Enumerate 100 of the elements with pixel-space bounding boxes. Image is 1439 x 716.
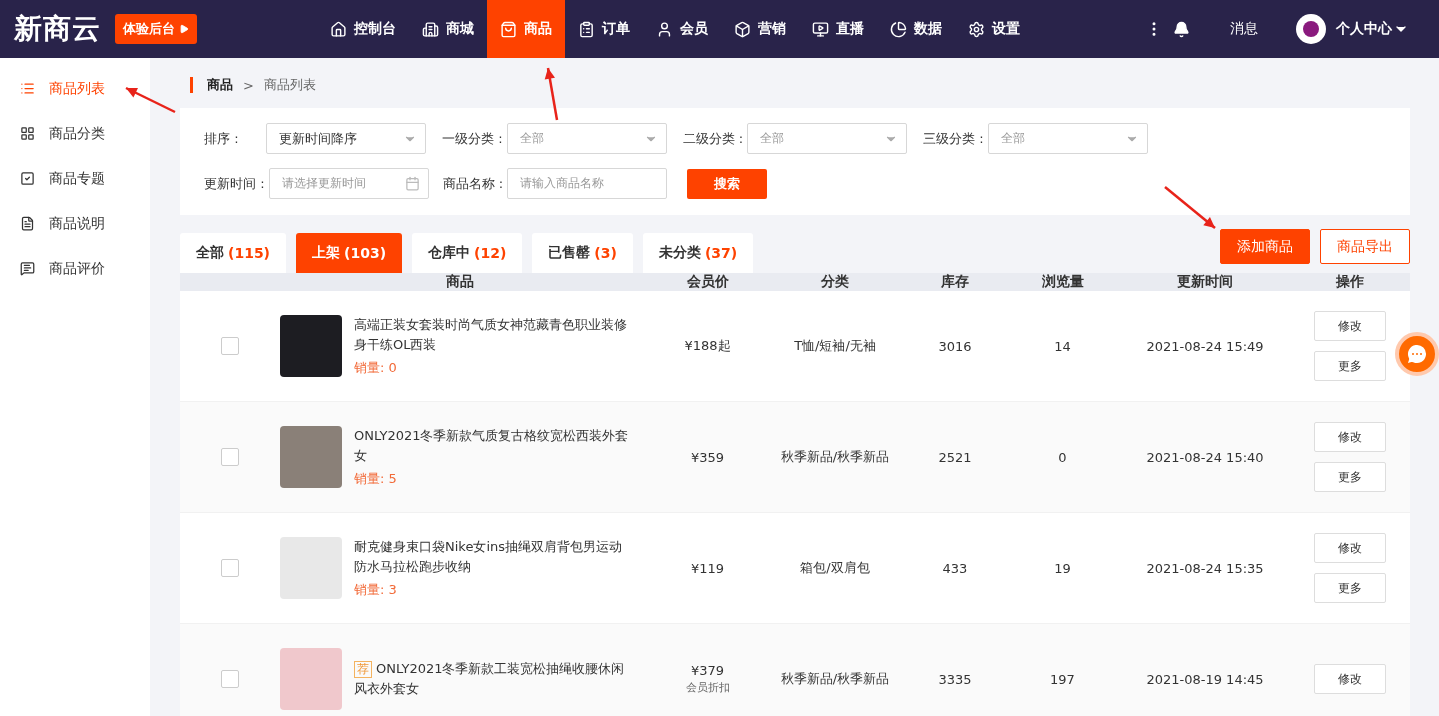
column-header: 库存 [940,273,970,291]
add-button[interactable]: 添加商品 [1220,229,1310,264]
nav-icon [422,20,439,38]
more-button[interactable]: 更多 [1314,351,1386,381]
sidebar-icon [20,261,35,276]
nav-tab[interactable]: 订单 [565,0,643,58]
sales-count: 销量: 3 [354,581,398,599]
annotation-arrow [544,67,559,121]
edit-button[interactable]: 修改 [1314,422,1386,452]
nav-tab[interactable]: 直播 [799,0,877,58]
stock-cell-text: 3016 [937,338,973,354]
sidebar-item[interactable]: 商品专题 [0,156,150,201]
trial-button[interactable]: 体验后台 [115,14,197,44]
breadcrumb-current: 商品列表 [263,76,316,94]
sales-count: 销量: 0 [354,359,398,377]
filter-label: 排序 : [204,129,240,148]
price-note: 会员折扣 [685,680,730,695]
sidebar-item[interactable]: 商品说明 [0,201,150,246]
nav-tab[interactable]: 商品 [487,0,565,58]
filter-label: 商品名称 : [442,174,504,193]
sidebar-item[interactable]: 商品评价 [0,246,150,291]
photo-placeholder [280,315,342,377]
edit-button[interactable]: 修改 [1314,664,1386,694]
updated-cell-text: 2021-08-24 15:35 [1145,560,1265,576]
messages-link[interactable]: 消息 [1230,20,1258,38]
product-name[interactable]: 耐克健身束口袋Nike女ins抽绳双肩背包男运动防水马拉松跑步收纳 [354,537,634,577]
status-tab[interactable]: 上架 (103) [296,233,403,273]
views-cell-text: 0 [1057,449,1068,465]
breadcrumb-link[interactable]: 商品 [207,76,233,94]
category-cell-text: 箱包/双肩包 [799,559,871,577]
sales-count: 销量: 5 [354,470,398,488]
status-tab[interactable]: 全部 (115) [180,233,287,273]
price-cell: ¥359 [690,449,725,465]
play-icon [179,24,189,34]
sidebar-icon [20,216,35,231]
nav-icon [890,20,907,38]
status-tab[interactable]: 已售罄 (3) [532,233,633,273]
column-header: 会员价 [685,273,730,291]
breadcrumb-separator: > [243,77,254,93]
nav-tab[interactable]: 数据 [877,0,955,58]
nav-tab[interactable]: 营销 [721,0,799,58]
status-tab[interactable]: 仓库中 (12) [412,233,523,273]
more-button[interactable]: 更多 [1314,573,1386,603]
row-checkbox[interactable] [221,559,239,577]
select-field[interactable]: 更新时间降序 [266,123,426,154]
chat-icon [1405,342,1429,366]
row-checkbox[interactable] [221,337,239,355]
bell-icon[interactable] [1173,20,1190,38]
sidebar-item[interactable]: 商品分类 [0,111,150,156]
edit-button[interactable]: 修改 [1314,311,1386,341]
product-name[interactable]: 高端正装女套装时尚气质女神范藏青色职业装修身干练OL西装 [354,315,634,355]
price-cell: ¥379 [690,663,725,678]
column-header: 商品 [445,273,475,291]
more-button[interactable]: 更多 [1314,462,1386,492]
nav-tab[interactable]: 商城 [409,0,487,58]
views-cell-text: 19 [1053,560,1072,576]
updated-cell-text: 2021-08-19 14:45 [1145,671,1265,687]
views-cell-text: 197 [1049,671,1076,687]
edit-button[interactable]: 修改 [1314,533,1386,563]
updated-cell-text: 2021-08-24 15:40 [1145,449,1265,465]
column-header: 浏览量 [1040,273,1085,291]
filter-label: 三级分类 : [923,129,984,148]
stock-cell-text: 2521 [937,449,973,465]
nav-icon [812,20,829,38]
row-checkbox[interactable] [221,448,239,466]
stock-cell-text: 433 [941,560,969,576]
search-button[interactable]: 搜索 [687,168,768,199]
sidebar-icon [20,126,35,141]
user-menu[interactable]: 个人中心 [1336,20,1409,38]
category-cell-text: T恤/短袖/无袖 [793,337,877,355]
logo: 新商云 [14,11,101,47]
calendar-icon [404,176,420,191]
nav-icon [968,20,985,38]
nav-icon [734,20,751,38]
product-name[interactable]: 荐 ONLY2021冬季新款工装宽松抽绳收腰休闲风衣外套女 [354,659,634,699]
views-cell-text: 14 [1053,338,1072,354]
category-cell-text: 秋季新品/秋季新品 [779,670,891,688]
sidebar-icon [20,171,35,186]
row-checkbox[interactable] [221,670,239,688]
avatar[interactable] [1296,14,1326,44]
stock-cell-text: 3335 [937,671,973,687]
nav-tab[interactable]: 设置 [955,0,1033,58]
column-header: 分类 [820,273,850,291]
filter-label: 二级分类 : [682,129,744,148]
nav-tab[interactable]: 控制台 [317,0,409,58]
export-button[interactable]: 商品导出 [1320,229,1410,264]
category-cell-text: 秋季新品/秋季新品 [779,448,891,466]
sidebar-icon [20,81,35,96]
price-cell: ¥188起 [684,337,731,355]
photo-placeholder [280,648,342,710]
annotation-arrow [1164,186,1216,229]
photo-placeholder [280,426,342,488]
sidebar-item[interactable]: 商品列表 [0,66,150,111]
nav-tab[interactable]: 会员 [643,0,721,58]
nav-icon [330,20,347,38]
column-header: 更新时间 [1176,273,1234,291]
nav-icon [656,20,673,38]
product-name[interactable]: ONLY2021冬季新款气质复古格纹宽松西装外套女 [354,426,634,466]
updated-cell-text: 2021-08-24 15:49 [1145,338,1265,354]
status-tab[interactable]: 未分类 (37) [642,233,754,273]
